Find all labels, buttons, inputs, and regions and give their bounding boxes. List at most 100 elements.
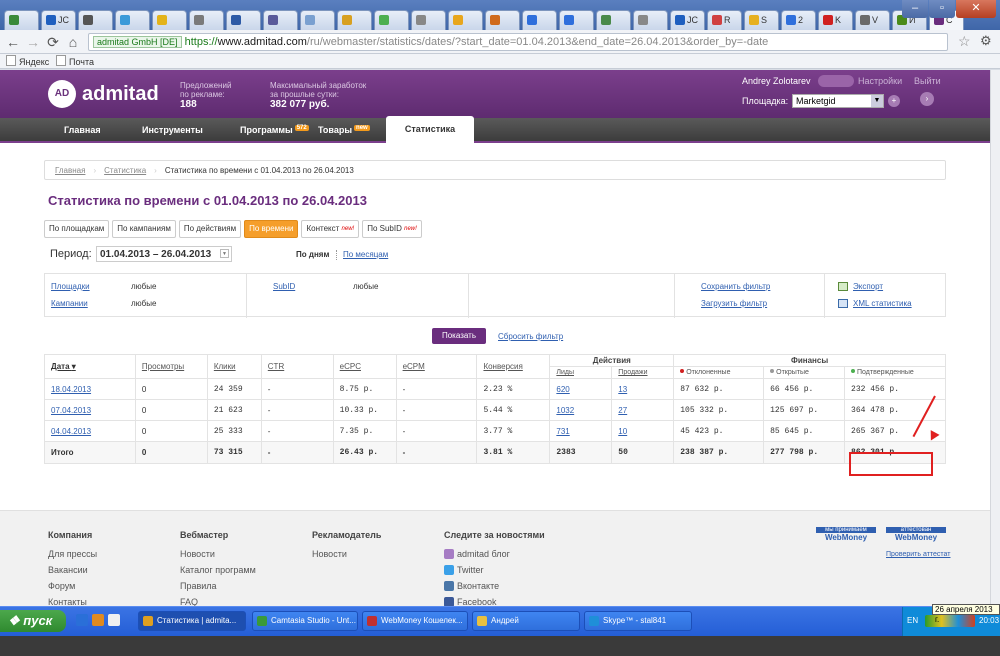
cell-leads[interactable]: 1032 — [549, 399, 613, 421]
col-views[interactable]: Просмотры — [134, 354, 208, 379]
taskbar-button[interactable]: Андрей — [472, 611, 580, 631]
logout-link[interactable]: Выйти — [914, 76, 941, 86]
footer-company-link[interactable]: Для прессы — [48, 546, 111, 562]
language-indicator[interactable]: EN — [907, 616, 918, 625]
breadcrumb-stats[interactable]: Статистика — [104, 166, 146, 175]
footer-advertiser-link[interactable]: Новости — [312, 546, 381, 562]
footer-company-link[interactable]: Вакансии — [48, 562, 111, 578]
footer-webmaster-link[interactable]: Правила — [180, 578, 256, 594]
nav-goods[interactable]: Товары new — [318, 125, 370, 135]
bookmark-star-icon[interactable]: ☆ — [958, 33, 971, 50]
clock[interactable]: 20:03 — [979, 616, 999, 625]
footer-company-link[interactable]: Контакты — [48, 594, 111, 606]
platform-select[interactable]: Marketgid ▼ — [792, 94, 884, 108]
cell-leads[interactable]: 731 — [549, 420, 613, 442]
footer-follow-link[interactable]: Вконтакте — [444, 578, 545, 594]
filter-platforms-link[interactable]: Площадки — [51, 282, 90, 291]
cell-leads[interactable]: 620 — [549, 378, 613, 400]
filter-subid-link[interactable]: SubID — [273, 282, 295, 291]
page-scrollbar[interactable] — [990, 70, 1000, 606]
subtab[interactable]: По площадкам — [44, 220, 110, 238]
go-icon[interactable]: › — [920, 92, 934, 106]
address-bar[interactable]: admitad GmbH [DE] https://www.admitad.co… — [88, 33, 948, 51]
browser-tab[interactable] — [78, 10, 113, 30]
browser-tab[interactable] — [485, 10, 520, 30]
cell-sales[interactable]: 13 — [611, 378, 675, 400]
footer-webmaster-link[interactable]: Новости — [180, 546, 256, 562]
add-platform-icon[interactable]: + — [888, 95, 900, 107]
col-leads[interactable]: Лиды — [549, 366, 613, 379]
browser-tab[interactable] — [337, 10, 372, 30]
footer-follow-link[interactable]: admitad блог — [444, 546, 545, 562]
forward-icon[interactable]: → — [24, 33, 42, 51]
group-by-months[interactable]: По месяцам — [343, 250, 388, 259]
browser-tab[interactable] — [448, 10, 483, 30]
browser-tab[interactable] — [226, 10, 261, 30]
col-confirmed[interactable]: Подтвержденные — [844, 366, 946, 379]
reset-filter-link[interactable]: Сбросить фильтр — [498, 332, 563, 341]
col-sales[interactable]: Продажи — [611, 366, 675, 379]
taskbar-button[interactable]: Статистика | admita... — [138, 611, 246, 631]
nav-tools[interactable]: Инструменты — [142, 125, 203, 135]
quicklaunch-ie-icon[interactable] — [76, 614, 88, 626]
back-icon[interactable]: ← — [4, 33, 22, 51]
check-certificate-link[interactable]: Проверить аттестат — [886, 551, 951, 558]
col-rejected[interactable]: Отклоненные — [673, 366, 765, 379]
browser-tab[interactable] — [411, 10, 446, 30]
show-button[interactable]: Показать — [432, 328, 486, 344]
export-link[interactable]: Экспорт — [853, 282, 883, 291]
breadcrumb-home[interactable]: Главная — [55, 166, 85, 175]
footer-webmaster-link[interactable]: Каталог программ — [180, 562, 256, 578]
footer-follow-link[interactable]: Twitter — [444, 562, 545, 578]
webmoney-certified-badge[interactable]: аттестован WebMoney — [886, 527, 946, 547]
col-open[interactable]: Открытые — [763, 366, 846, 379]
col-ecpm[interactable]: eCPM — [395, 354, 478, 379]
cell-date[interactable]: 04.04.2013 — [44, 420, 136, 442]
browser-tab[interactable] — [559, 10, 594, 30]
admitad-logo[interactable]: AD admitad — [48, 80, 159, 108]
subtab[interactable]: По SubID new! — [362, 220, 422, 238]
group-by-days[interactable]: По дням — [296, 250, 329, 259]
ssl-identity-badge[interactable]: admitad GmbH [DE] — [93, 36, 182, 48]
browser-tab[interactable] — [152, 10, 187, 30]
bookmark-yandex[interactable]: Яндекс — [6, 55, 49, 67]
footer-follow-link[interactable]: Facebook — [444, 594, 545, 606]
browser-tab[interactable] — [189, 10, 224, 30]
maximize-button[interactable]: ▫ — [929, 0, 955, 18]
browser-tab[interactable] — [374, 10, 409, 30]
nav-statistics[interactable]: Статистика — [386, 116, 474, 143]
browser-tab[interactable]: S — [744, 10, 779, 30]
browser-tab[interactable]: 2 — [781, 10, 816, 30]
col-date[interactable]: Дата ▾ — [44, 354, 136, 379]
browser-tab[interactable] — [263, 10, 298, 30]
close-button[interactable]: ✕ — [956, 0, 996, 18]
taskbar-button[interactable]: WebMoney Кошелек... — [362, 611, 468, 631]
subtab[interactable]: По действиям — [178, 220, 242, 238]
wrench-icon[interactable]: ⚙ — [980, 33, 992, 49]
tray-icons[interactable] — [925, 615, 975, 627]
subtab[interactable]: По кампаниям — [112, 220, 176, 238]
browser-tab[interactable]: V — [855, 10, 890, 30]
cell-sales[interactable]: 10 — [611, 420, 675, 442]
browser-tab[interactable]: JC — [670, 10, 705, 30]
nav-home[interactable]: Главная — [64, 125, 101, 135]
filter-campaigns-link[interactable]: Кампании — [51, 299, 88, 308]
browser-tab[interactable] — [4, 10, 39, 30]
col-clicks[interactable]: Клики — [206, 354, 262, 379]
user-name[interactable]: Andrey Zolotarev — [742, 76, 811, 86]
load-filter-link[interactable]: Загрузить фильтр — [701, 299, 767, 308]
home-icon[interactable]: ⌂ — [64, 33, 82, 51]
quicklaunch-firefox-icon[interactable] — [92, 614, 104, 626]
minimize-button[interactable]: – — [902, 0, 928, 18]
webmoney-accept-badge[interactable]: мы принимаем WebMoney — [816, 527, 876, 547]
xml-stats-link[interactable]: XML статистика — [853, 299, 912, 308]
nav-programs[interactable]: Программы 572 — [240, 125, 309, 135]
taskbar-button[interactable]: Skype™ - stal841 — [584, 611, 692, 631]
cell-sales[interactable]: 27 — [611, 399, 675, 421]
reload-icon[interactable]: ⟳ — [44, 33, 62, 51]
start-button[interactable]: ❖ пуск — [0, 610, 66, 632]
quicklaunch-desktop-icon[interactable] — [108, 614, 120, 626]
browser-tab[interactable] — [115, 10, 150, 30]
browser-tab[interactable]: K — [818, 10, 853, 30]
period-picker[interactable]: 01.04.2013 – 26.04.2013 ▼ — [96, 246, 232, 262]
